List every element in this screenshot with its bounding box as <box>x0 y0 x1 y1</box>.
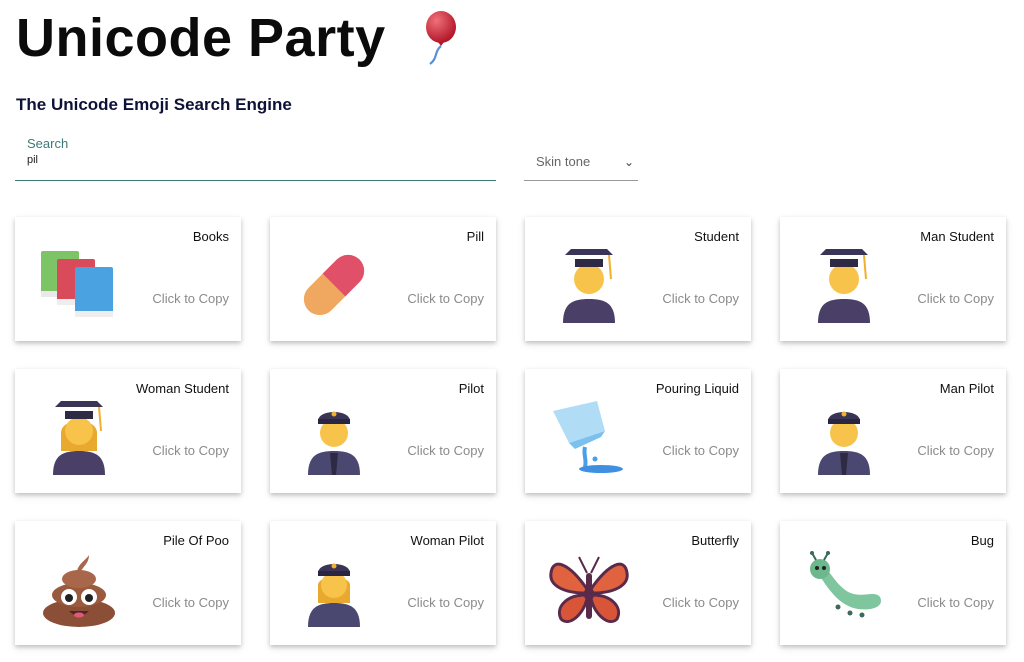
copy-label: Click to Copy <box>407 595 484 610</box>
skin-tone-select[interactable]: Skin tone ⌄ <box>524 140 638 181</box>
emoji-card[interactable]: Pile Of Poo Click to Copy <box>15 521 241 645</box>
emoji-name: Pill <box>466 229 484 244</box>
pouring-liquid-icon <box>549 397 629 477</box>
emoji-name: Books <box>192 229 229 244</box>
emoji-name: Man Student <box>920 229 994 244</box>
emoji-name: Student <box>694 229 739 244</box>
header: Unicode Party <box>16 8 458 68</box>
copy-label: Click to Copy <box>407 291 484 306</box>
woman-student-icon <box>39 397 119 477</box>
chevron-down-icon[interactable]: ⌄ <box>624 155 634 169</box>
emoji-card[interactable]: Butterfly Click to Copy <box>525 521 751 645</box>
emoji-card[interactable]: Woman Student Click to Copy <box>15 369 241 493</box>
search-label: Search <box>27 136 69 151</box>
search-field[interactable]: Search <box>15 130 496 181</box>
butterfly-icon <box>549 549 629 629</box>
copy-label: Click to Copy <box>917 595 994 610</box>
student-icon <box>549 245 629 325</box>
woman-pilot-icon <box>294 549 374 629</box>
emoji-card[interactable]: Student Click to Copy <box>525 217 751 341</box>
emoji-name: Pile Of Poo <box>163 533 229 548</box>
emoji-card[interactable]: Pilot Click to Copy <box>270 369 496 493</box>
man-student-icon <box>804 245 884 325</box>
emoji-card[interactable]: Man Pilot Click to Copy <box>780 369 1006 493</box>
balloon-icon <box>425 11 456 65</box>
emoji-name: Pouring Liquid <box>655 381 739 396</box>
copy-label: Click to Copy <box>662 595 739 610</box>
copy-label: Click to Copy <box>662 291 739 306</box>
copy-label: Click to Copy <box>917 443 994 458</box>
copy-label: Click to Copy <box>917 291 994 306</box>
pilot-icon <box>294 397 374 477</box>
copy-label: Click to Copy <box>152 291 229 306</box>
emoji-card[interactable]: Books Click to Copy <box>15 217 241 341</box>
emoji-name: Butterfly <box>691 533 739 548</box>
emoji-name: Man Pilot <box>939 381 994 396</box>
emoji-card[interactable]: Man Student Click to Copy <box>780 217 1006 341</box>
emoji-name: Woman Student <box>136 381 229 396</box>
bug-icon <box>804 549 884 629</box>
page-title: Unicode Party <box>16 8 386 68</box>
emoji-card[interactable]: Pouring Liquid Click to Copy <box>525 369 751 493</box>
emoji-name: Woman Pilot <box>410 533 484 548</box>
emoji-name: Pilot <box>458 381 484 396</box>
copy-label: Click to Copy <box>407 443 484 458</box>
pile-of-poo-icon <box>39 549 119 629</box>
pill-icon <box>294 245 374 325</box>
subtitle: The Unicode Emoji Search Engine <box>16 95 292 114</box>
skin-tone-label: Skin tone <box>536 154 591 169</box>
results-grid: Books Click to Copy Pill Click to Copy S… <box>15 217 1006 645</box>
search-input[interactable] <box>27 154 467 166</box>
books-icon <box>39 245 119 325</box>
copy-label: Click to Copy <box>152 443 229 458</box>
emoji-card[interactable]: Bug Click to Copy <box>780 521 1006 645</box>
emoji-card[interactable]: Woman Pilot Click to Copy <box>270 521 496 645</box>
emoji-name: Bug <box>970 533 994 548</box>
man-pilot-icon <box>804 397 884 477</box>
emoji-card[interactable]: Pill Click to Copy <box>270 217 496 341</box>
copy-label: Click to Copy <box>662 443 739 458</box>
copy-label: Click to Copy <box>152 595 229 610</box>
